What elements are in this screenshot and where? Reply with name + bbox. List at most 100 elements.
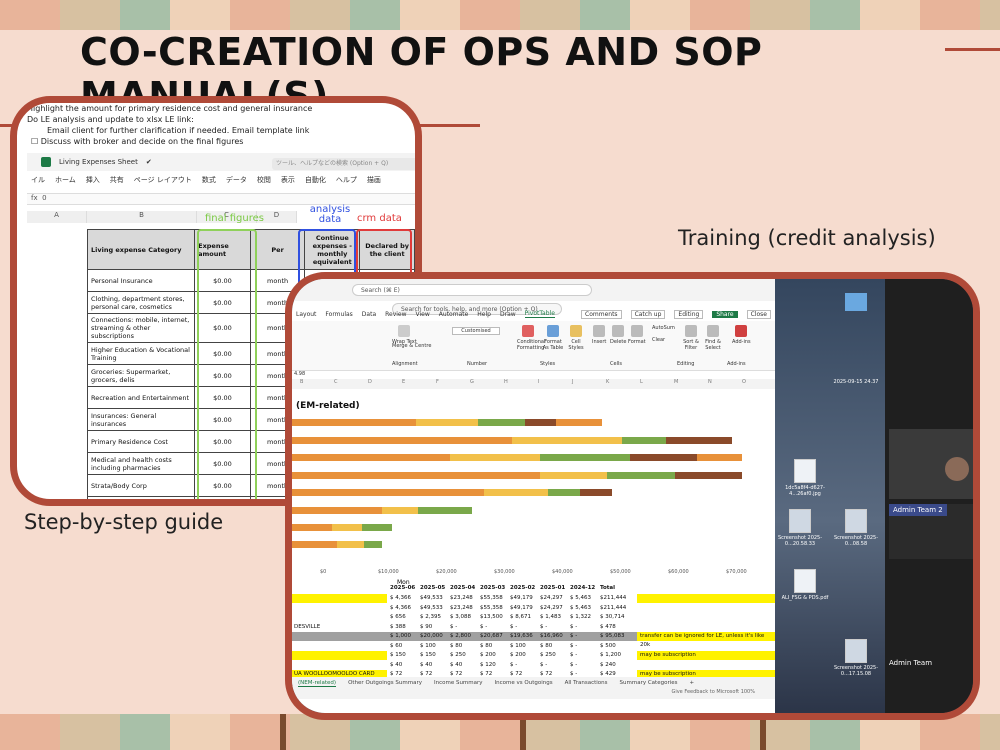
column-letter[interactable]: L xyxy=(640,379,643,385)
row-category[interactable]: Rent xyxy=(86,496,196,499)
conditional-formatting-button[interactable]: Conditional Formatting xyxy=(517,325,545,351)
tab-view[interactable]: View xyxy=(416,311,430,318)
pivot-cell[interactable]: $ 1,000 xyxy=(390,632,411,641)
cell-styles-button[interactable]: Cell Styles xyxy=(567,325,585,351)
search-input[interactable]: ツール、ヘルプなどの検索 (Option + Q) xyxy=(272,158,415,170)
pivot-cell[interactable]: $ 150 xyxy=(420,651,436,660)
pivot-cell[interactable]: $19,636 xyxy=(510,632,533,641)
row-category[interactable]: Personal Insurance xyxy=(86,269,196,292)
menu-item[interactable]: ページ レイアウト xyxy=(134,175,192,189)
column-letter[interactable]: D xyxy=(368,379,372,385)
editing-button[interactable]: Editing xyxy=(674,309,704,319)
pivot-cell[interactable]: $ - xyxy=(570,632,577,641)
sheet-tab[interactable]: Income Summary xyxy=(434,680,483,686)
pivot-cell[interactable]: $ 100 xyxy=(510,642,526,651)
pivot-cell[interactable]: $ 3,088 xyxy=(450,613,471,622)
sheet-tab[interactable]: Summary Categories xyxy=(620,680,678,686)
pivot-cell[interactable]: $ 150 xyxy=(390,651,406,660)
pivot-cell[interactable]: $ - xyxy=(570,642,577,651)
pivot-cell[interactable]: $ - xyxy=(510,623,517,632)
pivot-cell[interactable]: $ 40 xyxy=(420,661,432,670)
tab-pivottable[interactable]: PivotTable xyxy=(524,310,555,318)
pivot-cell[interactable]: $55,358 xyxy=(480,594,503,603)
wrap-text-button[interactable]: Wrap Text xyxy=(392,325,417,345)
sheet-tab[interactable]: All Transactions xyxy=(565,680,608,686)
find-select-button[interactable]: Find & Select xyxy=(704,325,722,351)
pivot-cell[interactable]: $20,000 xyxy=(420,632,443,641)
pivot-cell[interactable]: $ 478 xyxy=(600,623,616,632)
pivot-cell[interactable]: $ 1,322 xyxy=(570,613,591,622)
pivot-cell[interactable]: $ 5,463 xyxy=(570,594,591,603)
screenshot-file-icon[interactable]: Screenshot 2025-0...20.58.33 xyxy=(775,509,825,547)
sheet-tab[interactable]: + xyxy=(690,680,695,686)
column-letter[interactable]: H xyxy=(504,379,508,385)
tab-review[interactable]: Review xyxy=(385,311,406,318)
row-category[interactable]: Medical and health costs including pharm… xyxy=(86,452,196,475)
pivot-cell[interactable]: $ 200 xyxy=(510,651,526,660)
menu-item[interactable]: ヘルプ xyxy=(336,175,357,189)
pivot-cell[interactable]: $24,297 xyxy=(540,594,563,603)
column-letter[interactable]: J xyxy=(572,379,573,385)
number-format-select[interactable]: Customised xyxy=(452,327,500,335)
row-category[interactable]: Primary Residence Cost xyxy=(86,430,196,453)
comments-button[interactable]: Comments xyxy=(581,309,622,319)
pivot-cell[interactable]: $ 4,366 xyxy=(390,594,411,603)
pivot-cell[interactable]: $ 250 xyxy=(540,651,556,660)
folder-icon[interactable] xyxy=(831,293,881,313)
pivot-cell[interactable]: $49,533 xyxy=(420,594,443,603)
pivot-cell[interactable]: $23,248 xyxy=(450,594,473,603)
column-letter[interactable]: G xyxy=(470,379,474,385)
pivot-cell[interactable]: $ 500 xyxy=(600,642,616,651)
pivot-cell[interactable]: $23,248 xyxy=(450,604,473,613)
close-button[interactable]: Close xyxy=(746,309,771,319)
menu-item[interactable]: ホーム xyxy=(55,175,76,189)
menu-item[interactable]: 校閲 xyxy=(257,175,271,189)
pivot-cell[interactable]: $49,179 xyxy=(510,594,533,603)
pivot-cell[interactable]: $ - xyxy=(450,623,457,632)
tab-draw[interactable]: Draw xyxy=(500,311,516,318)
column-letter[interactable]: B xyxy=(300,379,303,385)
pivot-cell[interactable]: $ 90 xyxy=(420,623,432,632)
pivot-cell[interactable]: $ 80 xyxy=(540,642,552,651)
row-note[interactable]: may be subscription xyxy=(640,651,696,660)
search-input[interactable]: Search (⌘ E) xyxy=(352,284,592,296)
tab-layout[interactable]: Layout xyxy=(296,311,316,318)
row-category[interactable]: Strata/Body Corp xyxy=(86,474,196,497)
pivot-cell[interactable]: $211,444 xyxy=(600,604,626,613)
pivot-cell[interactable]: $ 240 xyxy=(600,661,616,670)
pivot-cell[interactable]: $ 40 xyxy=(450,661,462,670)
column-letter[interactable]: M xyxy=(674,379,678,385)
screenshot-file-icon[interactable]: Screenshot 2025-0...08.58 xyxy=(831,509,881,547)
cell-reference[interactable]: 4.98 xyxy=(294,371,305,377)
menu-item[interactable]: 共有 xyxy=(110,175,124,189)
delete-button[interactable]: Delete xyxy=(610,325,626,345)
pivot-cell[interactable]: $49,533 xyxy=(420,604,443,613)
row-category[interactable]: Recreation and Entertainment xyxy=(86,386,196,409)
menu-item[interactable]: 自動化 xyxy=(305,175,326,189)
column-letter[interactable]: O xyxy=(742,379,746,385)
pivot-cell[interactable]: $ 1,483 xyxy=(540,613,561,622)
menu-item[interactable]: 数式 xyxy=(202,175,216,189)
row-category[interactable]: Connections: mobile, internet, streaming… xyxy=(86,313,196,343)
tab-data[interactable]: Data xyxy=(362,311,376,318)
pivot-cell[interactable]: $ 40 xyxy=(390,661,402,670)
pivot-cell[interactable]: $211,444 xyxy=(600,594,626,603)
row-category[interactable]: Groceries: Supermarket, grocers, delis xyxy=(86,364,196,387)
pivot-cell[interactable]: $ 250 xyxy=(450,651,466,660)
column-letter[interactable]: C xyxy=(334,379,338,385)
pivot-cell[interactable]: $ 30,714 xyxy=(600,613,625,622)
pivot-cell[interactable]: $ - xyxy=(480,623,487,632)
pivot-cell[interactable]: $ 80 xyxy=(450,642,462,651)
image-file-icon[interactable]: 1dc5a8f4-d627-4...26af0.jpg xyxy=(780,459,830,497)
sort-filter-button[interactable]: Sort & Filter xyxy=(682,325,700,351)
pivot-cell[interactable]: $ - xyxy=(540,661,547,670)
tab-automate[interactable]: Automate xyxy=(439,311,469,318)
menu-item[interactable]: データ xyxy=(226,175,247,189)
pivot-cell[interactable]: $ - xyxy=(570,661,577,670)
clear-button[interactable]: Clear xyxy=(652,337,665,343)
menu-item[interactable]: 挿入 xyxy=(86,175,100,189)
pivot-cell[interactable]: $ - xyxy=(570,623,577,632)
menu-item[interactable]: 描画 xyxy=(367,175,381,189)
file-icon[interactable]: 2025-09-15 24.37 xyxy=(831,379,881,385)
pivot-cell[interactable]: $ - xyxy=(540,623,547,632)
